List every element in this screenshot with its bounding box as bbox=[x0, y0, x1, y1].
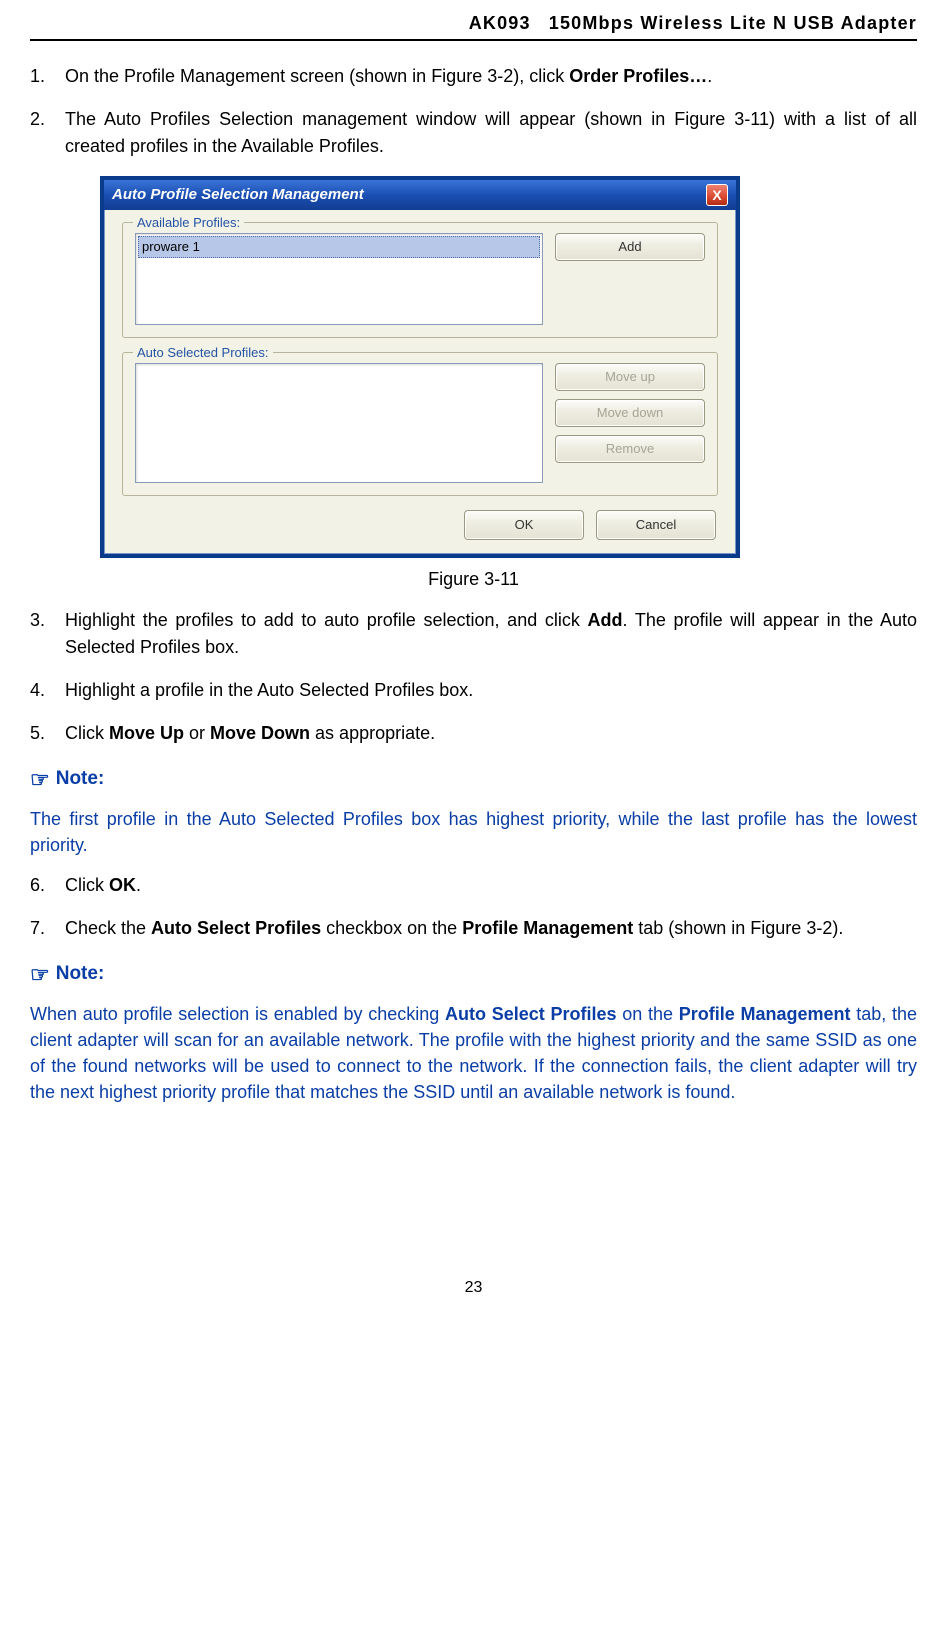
steps-list-a: 1. On the Profile Management screen (sho… bbox=[30, 63, 917, 160]
step-text: Check the Auto Select Profiles checkbox … bbox=[65, 915, 917, 942]
note-body-2: When auto profile selection is enabled b… bbox=[30, 1001, 917, 1105]
step-num: 2. bbox=[30, 106, 65, 133]
add-button[interactable]: Add bbox=[555, 233, 705, 261]
close-icon: X bbox=[712, 185, 721, 206]
step-7: 7. Check the Auto Select Profiles checkb… bbox=[30, 915, 917, 942]
step-num: 1. bbox=[30, 63, 65, 90]
step-text: On the Profile Management screen (shown … bbox=[65, 63, 917, 90]
note-heading-1: ☞ Note: bbox=[30, 763, 917, 796]
dialog-auto-profile-selection: Auto Profile Selection Management X Avai… bbox=[100, 176, 740, 558]
dialog-titlebar: Auto Profile Selection Management X bbox=[104, 180, 736, 210]
remove-button[interactable]: Remove bbox=[555, 435, 705, 463]
group-label-available: Available Profiles: bbox=[133, 213, 244, 233]
group-auto-selected-profiles: Auto Selected Profiles: Move up Move dow… bbox=[122, 352, 718, 496]
step-2: 2. The Auto Profiles Selection managemen… bbox=[30, 106, 917, 160]
step-num: 3. bbox=[30, 607, 65, 634]
figure-3-11: Auto Profile Selection Management X Avai… bbox=[100, 176, 917, 558]
auto-selected-listbox[interactable] bbox=[135, 363, 543, 483]
steps-list-c: 6. Click OK. 7. Check the Auto Select Pr… bbox=[30, 872, 917, 942]
group-label-autoselected: Auto Selected Profiles: bbox=[133, 343, 273, 363]
page-number: 23 bbox=[30, 1276, 917, 1300]
steps-list-b: 3. Highlight the profiles to add to auto… bbox=[30, 607, 917, 747]
ok-button[interactable]: OK bbox=[464, 510, 584, 540]
move-down-button[interactable]: Move down bbox=[555, 399, 705, 427]
step-text: Click OK. bbox=[65, 872, 917, 899]
cancel-button[interactable]: Cancel bbox=[596, 510, 716, 540]
group-available-profiles: Available Profiles: proware 1 Add bbox=[122, 222, 718, 338]
step-num: 6. bbox=[30, 872, 65, 899]
step-text: Highlight a profile in the Auto Selected… bbox=[65, 677, 917, 704]
note-body-1: The first profile in the Auto Selected P… bbox=[30, 806, 917, 858]
header-title: 150Mbps Wireless Lite N USB Adapter bbox=[549, 10, 917, 37]
step-6: 6. Click OK. bbox=[30, 872, 917, 899]
step-4: 4. Highlight a profile in the Auto Selec… bbox=[30, 677, 917, 704]
move-up-button[interactable]: Move up bbox=[555, 363, 705, 391]
list-item[interactable]: proware 1 bbox=[138, 236, 540, 258]
note-heading-2: ☞ Note: bbox=[30, 958, 917, 991]
dialog-body: Available Profiles: proware 1 Add Auto S… bbox=[104, 210, 736, 554]
step-text: Click Move Up or Move Down as appropriat… bbox=[65, 720, 917, 747]
page-header: AK093 150Mbps Wireless Lite N USB Adapte… bbox=[30, 10, 917, 41]
available-profiles-listbox[interactable]: proware 1 bbox=[135, 233, 543, 325]
step-3: 3. Highlight the profiles to add to auto… bbox=[30, 607, 917, 661]
dialog-action-row: OK Cancel bbox=[122, 510, 718, 540]
step-text: Highlight the profiles to add to auto pr… bbox=[65, 607, 917, 661]
step-num: 7. bbox=[30, 915, 65, 942]
step-1: 1. On the Profile Management screen (sho… bbox=[30, 63, 917, 90]
pointing-hand-icon: ☞ bbox=[30, 958, 50, 991]
step-num: 5. bbox=[30, 720, 65, 747]
step-text: The Auto Profiles Selection management w… bbox=[65, 106, 917, 160]
close-button[interactable]: X bbox=[706, 184, 728, 206]
step-num: 4. bbox=[30, 677, 65, 704]
note-label: Note: bbox=[56, 765, 105, 794]
step-5: 5. Click Move Up or Move Down as appropr… bbox=[30, 720, 917, 747]
header-model: AK093 bbox=[469, 10, 531, 37]
pointing-hand-icon: ☞ bbox=[30, 763, 50, 796]
note-label: Note: bbox=[56, 960, 105, 989]
figure-caption: Figure 3-11 bbox=[30, 566, 917, 593]
dialog-title: Auto Profile Selection Management bbox=[112, 184, 364, 207]
